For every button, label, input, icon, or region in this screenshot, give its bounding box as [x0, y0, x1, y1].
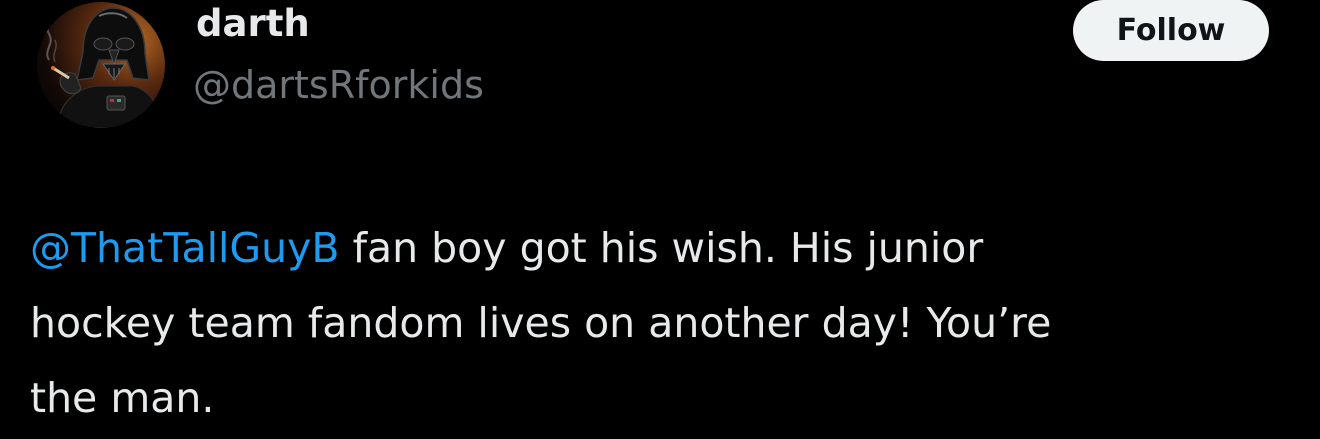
tweet-line-2: hockey team fandom lives on another day!… [30, 299, 1052, 347]
darth-vader-avatar-icon [46, 7, 164, 128]
tweet-text-segment: fan boy got his wish. His junior [339, 224, 984, 272]
follow-button[interactable]: Follow [1073, 0, 1269, 61]
tweet-text: @ThatTallGuyB fan boy got his wish. His … [30, 211, 1290, 436]
tweet-line-1: @ThatTallGuyB fan boy got his wish. His … [30, 211, 1290, 286]
display-name[interactable]: darth [196, 2, 310, 45]
avatar[interactable] [37, 2, 165, 128]
tweet-line-3: the man. [30, 374, 215, 422]
user-handle[interactable]: @dartsRforkids [193, 63, 484, 107]
mention-link[interactable]: @ThatTallGuyB [30, 224, 340, 272]
